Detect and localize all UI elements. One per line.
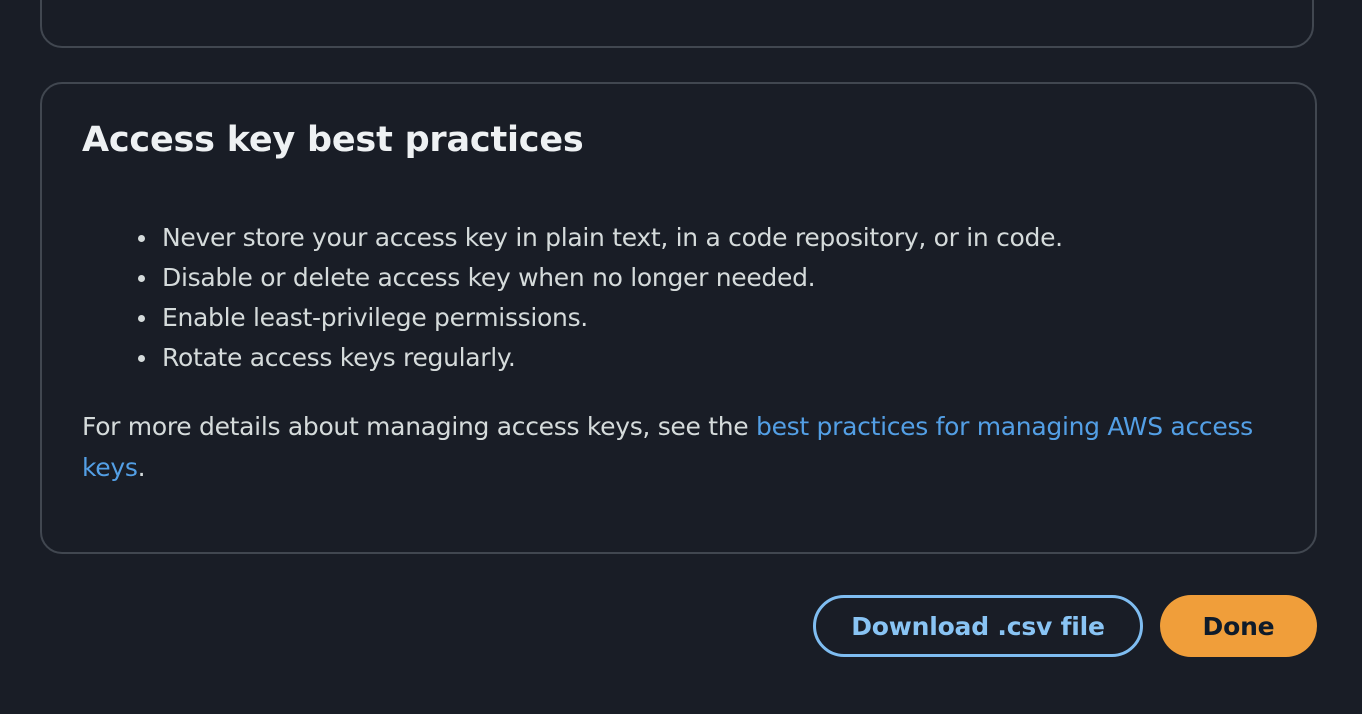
list-item: Enable least-privilege permissions.	[138, 298, 1063, 338]
list-item: Rotate access keys regularly.	[138, 338, 1063, 378]
access-key-best-practices-card: Access key best practices Never store yo…	[40, 82, 1317, 554]
details-suffix: .	[137, 453, 146, 482]
done-button[interactable]: Done	[1160, 595, 1317, 657]
details-paragraph: For more details about managing access k…	[82, 406, 1282, 488]
list-item: Never store your access key in plain tex…	[138, 218, 1063, 258]
page: Access key best practices Never store yo…	[0, 0, 1362, 714]
best-practices-list: Never store your access key in plain tex…	[120, 218, 1063, 378]
previous-section-card	[40, 0, 1314, 48]
details-text: For more details about managing access k…	[82, 412, 757, 441]
list-item: Disable or delete access key when no lon…	[138, 258, 1063, 298]
card-title: Access key best practices	[82, 120, 584, 160]
download-csv-button[interactable]: Download .csv file	[813, 595, 1143, 657]
